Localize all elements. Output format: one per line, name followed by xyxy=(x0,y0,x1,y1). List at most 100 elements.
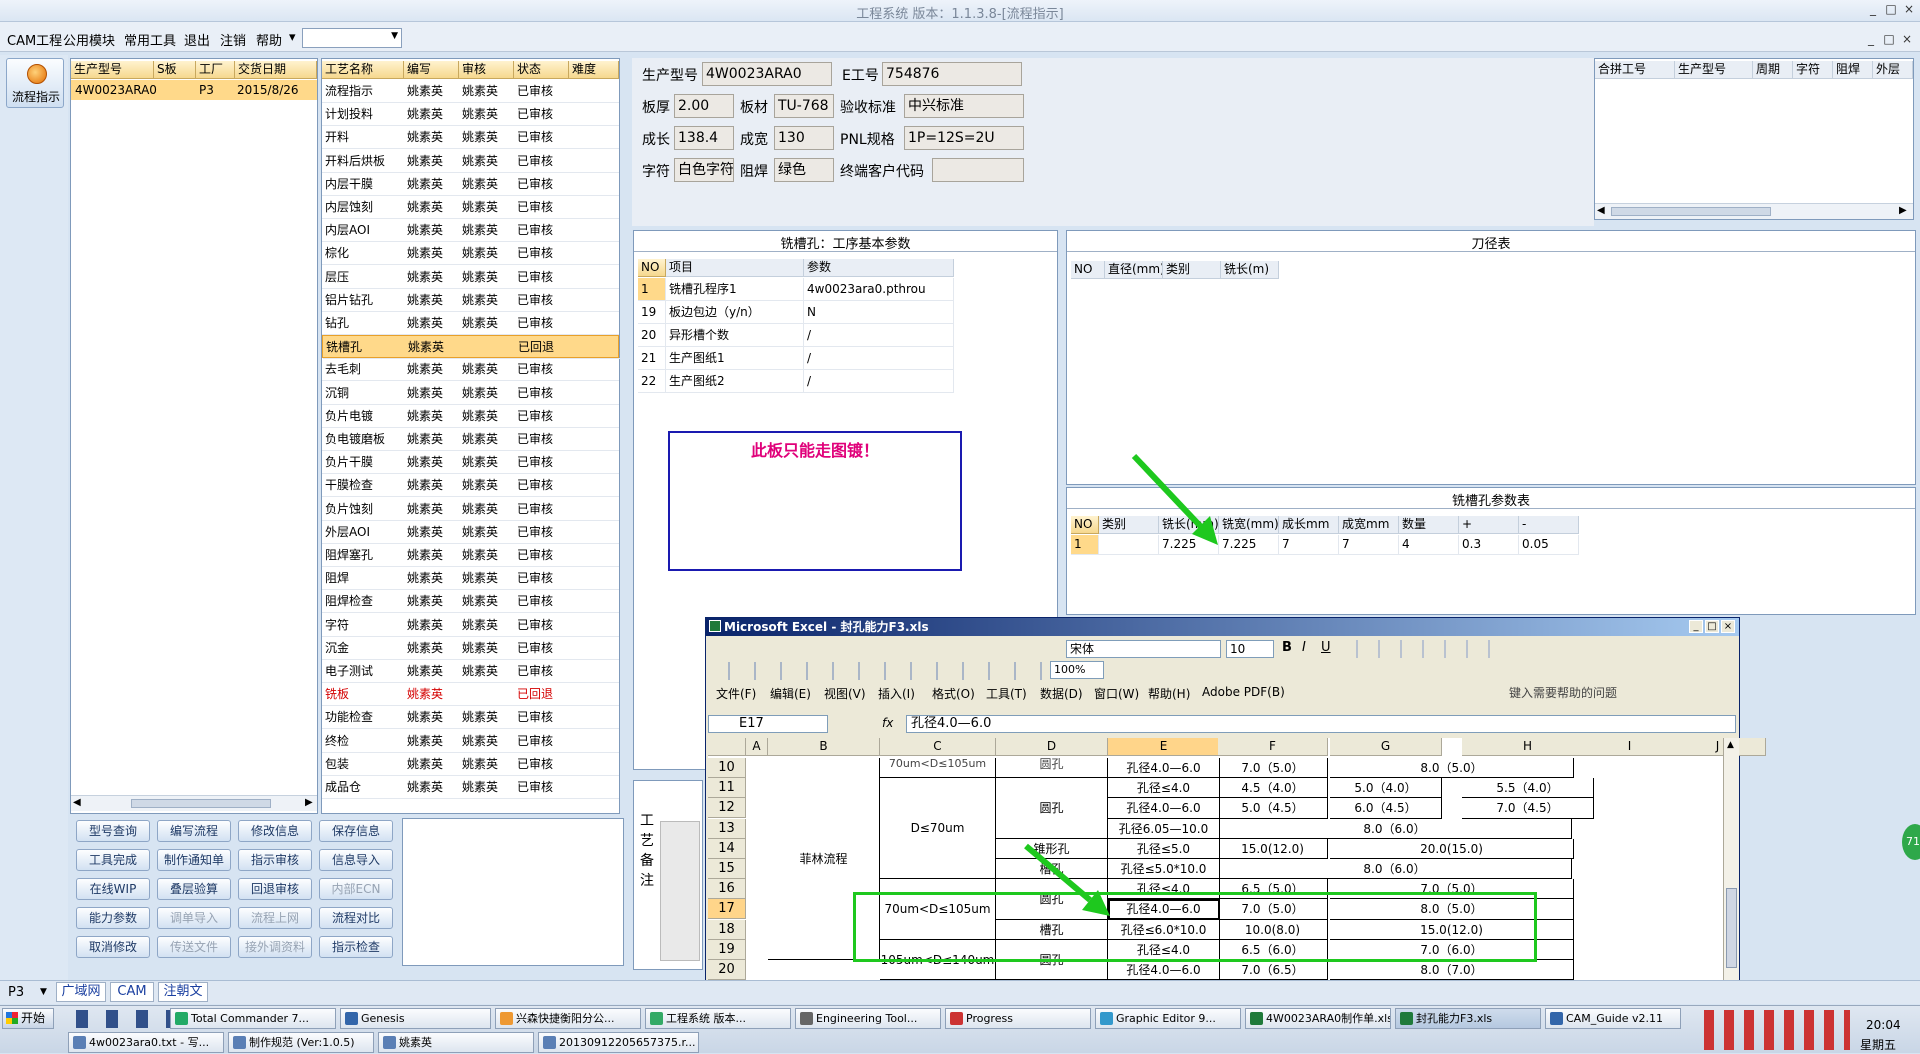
cell-f[interactable]: 15.0(12.0) xyxy=(1218,838,1328,859)
row-header[interactable]: 16 xyxy=(708,879,746,900)
table-row[interactable]: 开料后烘板 姚素英 姚素英 已审核 xyxy=(322,150,619,173)
cell-h[interactable]: 5.5（4.0） xyxy=(1462,778,1594,799)
tab-wan[interactable]: 广域网 xyxy=(56,982,106,1002)
table-row[interactable]: 沉金 姚素英 姚素英 已审核 xyxy=(322,637,619,660)
table-row[interactable]: 铣槽孔 姚素英 已回退 xyxy=(322,335,620,360)
help-search-input[interactable]: 键入需要帮助的问题 xyxy=(1509,684,1679,702)
start-button[interactable]: 开始 xyxy=(2,1008,54,1029)
table-row[interactable]: 阻焊 姚素英 姚素英 已审核 xyxy=(322,567,619,591)
cell-c[interactable]: 70um<D≤105um xyxy=(880,758,996,779)
cell-f[interactable]: 4.5（4.0） xyxy=(1218,778,1328,799)
format-toolbar-icons[interactable] xyxy=(1342,640,1502,658)
table-row[interactable]: 功能检查 姚素英 姚素英 已审核 xyxy=(322,706,619,730)
cell-gh[interactable]: 8.0（5.0） xyxy=(1330,758,1574,779)
excel-menu-item[interactable]: 窗口(W) xyxy=(1094,685,1139,702)
taskbar-item[interactable]: CAM_Guide v2.11 xyxy=(1545,1008,1681,1029)
menu-exit[interactable]: 退出 xyxy=(184,30,210,49)
maximize-button[interactable]: □ xyxy=(1882,2,1900,18)
table-row[interactable]: 电子测试 姚素英 姚素英 已审核 xyxy=(322,660,619,683)
col-header[interactable]: NO xyxy=(1071,261,1105,279)
inner-minimize-button[interactable]: _ xyxy=(1862,32,1880,48)
notes-box[interactable] xyxy=(402,818,624,966)
tab-p3[interactable]: P3 xyxy=(8,985,24,1000)
table-row[interactable]: 成品仓 姚素英 姚素英 已审核 xyxy=(322,776,619,799)
col-header[interactable]: 铣长(m) xyxy=(1221,261,1279,279)
col-header[interactable]: 审核 xyxy=(459,61,514,79)
scroll-thumb[interactable] xyxy=(131,799,271,808)
close-button[interactable]: × xyxy=(1900,2,1918,18)
column-header[interactable]: C xyxy=(880,738,996,756)
action-button[interactable]: 保存信息 xyxy=(319,820,393,842)
col-header[interactable]: 数量 xyxy=(1399,516,1459,534)
col-header[interactable]: NO xyxy=(1071,516,1099,534)
table-row[interactable]: 阻焊检查 姚素英 姚素英 已审核 xyxy=(322,590,619,614)
row-header[interactable]: 13 xyxy=(708,818,746,839)
quick-launch-icons[interactable] xyxy=(70,1010,170,1028)
col-header[interactable]: 成长mm xyxy=(1279,516,1339,534)
chevron-down-icon[interactable]: ▼ xyxy=(40,987,47,997)
table-row[interactable]: 层压 姚素英 姚素英 已审核 xyxy=(322,266,619,289)
row-header[interactable]: 20 xyxy=(708,960,746,980)
row-header[interactable]: 19 xyxy=(708,939,746,960)
excel-menu-item[interactable]: 视图(V) xyxy=(824,685,866,702)
worksheet-grid[interactable]: A B C D E F G H I J 10 11 12 13 14 15 16 17 18 19 20 菲林流程 70um… xyxy=(708,738,1766,1002)
action-button[interactable]: 型号查询 xyxy=(76,820,150,842)
col-header[interactable]: - xyxy=(1519,516,1579,534)
cell-gh[interactable]: 8.0（7.0） xyxy=(1330,960,1574,981)
excel-menu-item[interactable]: 编辑(E) xyxy=(770,685,811,702)
cell-g[interactable]: 6.0（4.5） xyxy=(1330,798,1442,819)
font-size-select[interactable]: 10 xyxy=(1226,640,1274,658)
col-header[interactable]: 交货日期 xyxy=(235,61,317,79)
col-header[interactable]: 难度 xyxy=(569,61,619,79)
cell-e[interactable]: 孔径4.0—6.0 xyxy=(1108,758,1220,779)
taskbar-item[interactable]: 4W0023ARA0制作单.xls xyxy=(1245,1008,1391,1029)
taskbar-item[interactable]: 姚素英 xyxy=(378,1032,534,1053)
col-header[interactable]: 类别 xyxy=(1163,261,1221,279)
table-row[interactable]: 去毛刺 姚素英 姚素英 已审核 xyxy=(322,358,619,382)
standard-toolbar-icons[interactable] xyxy=(712,662,1042,680)
col-header[interactable]: 周期 xyxy=(1753,61,1793,79)
action-button[interactable]: 信息导入 xyxy=(319,849,393,871)
col-header[interactable]: 工艺名称 xyxy=(322,61,404,79)
excel-minimize-button[interactable]: _ xyxy=(1689,620,1703,633)
inner-close-button[interactable]: × xyxy=(1898,32,1916,48)
name-box[interactable]: E17 xyxy=(708,715,828,733)
tab-user[interactable]: 注朝文 xyxy=(158,982,208,1002)
menu-cam[interactable]: CAM工程 xyxy=(7,30,62,49)
flow-instruction-button[interactable]: 流程指示 xyxy=(6,58,64,108)
action-button[interactable]: 叠层验算 xyxy=(157,878,231,900)
row-header[interactable]: 18 xyxy=(708,919,746,940)
action-button[interactable]: 修改信息 xyxy=(238,820,312,842)
cell-c[interactable]: D≤70um xyxy=(880,778,996,880)
customer-code-field[interactable] xyxy=(932,158,1024,182)
table-row[interactable]: 负片蚀刻 姚素英 姚素英 已审核 xyxy=(322,498,619,521)
table-row[interactable]: 负片电镀 姚素英 姚素英 已审核 xyxy=(322,405,619,428)
cell-e[interactable]: 孔径≤5.0 xyxy=(1108,838,1220,859)
col-header[interactable]: 工厂 xyxy=(196,61,235,79)
table-row[interactable]: 铣板 姚素英 已回退 xyxy=(322,683,619,707)
col-header[interactable]: 状态 xyxy=(514,61,569,79)
excel-menu-item[interactable]: Adobe PDF(B) xyxy=(1202,685,1285,699)
material-field[interactable]: TU-768 xyxy=(774,94,834,118)
row-header[interactable]: 17 xyxy=(708,899,746,920)
excel-maximize-button[interactable]: □ xyxy=(1705,620,1719,633)
scroll-thumb[interactable] xyxy=(1611,207,1771,216)
tab-cam[interactable]: CAM xyxy=(110,982,154,1002)
table-row[interactable]: 沉铜 姚素英 姚素英 已审核 xyxy=(322,382,619,405)
cell-d[interactable]: 圆孔 xyxy=(996,758,1108,779)
inner-restore-button[interactable]: □ xyxy=(1880,32,1898,48)
menu-combo[interactable]: ▼ xyxy=(302,28,402,48)
action-button[interactable]: 指示审核 xyxy=(238,849,312,871)
cell-h[interactable]: 7.0（4.5） xyxy=(1462,798,1594,819)
taskbar-item[interactable]: 工程系统 版本... xyxy=(645,1008,791,1029)
cell-g[interactable]: 5.0（4.0） xyxy=(1330,778,1442,799)
tray-icons[interactable] xyxy=(1700,1010,1850,1050)
table-row[interactable]: 棕化 姚素英 姚素英 已审核 xyxy=(322,242,619,266)
cell-gh[interactable]: 20.0(15.0) xyxy=(1330,838,1574,859)
col-header[interactable]: 编写 xyxy=(404,61,459,79)
table-row[interactable]: 终检 姚素英 姚素英 已审核 xyxy=(322,730,619,753)
excel-menu-item[interactable]: 帮助(H) xyxy=(1148,685,1190,702)
pnl-field[interactable]: 1P=12S=2U xyxy=(904,126,1024,150)
menu-help[interactable]: 帮助 xyxy=(256,30,282,49)
character-field[interactable]: 白色字符 xyxy=(674,158,734,182)
